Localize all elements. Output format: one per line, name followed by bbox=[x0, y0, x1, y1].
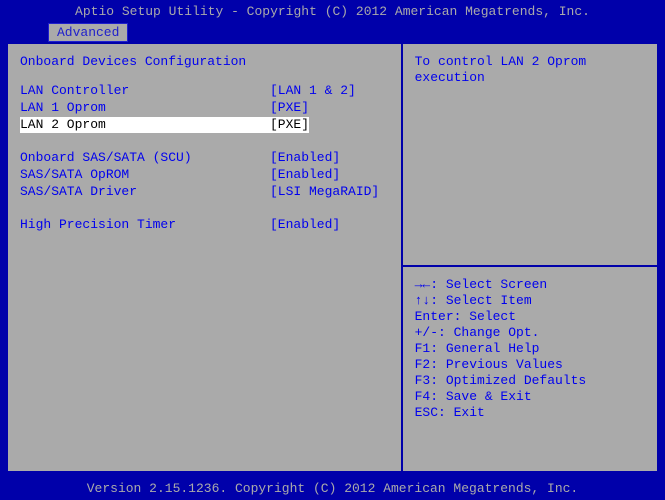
setting-value: [Enabled] bbox=[270, 217, 340, 233]
help-line: To control LAN 2 Oprom bbox=[415, 54, 587, 69]
setting-lan-controller[interactable]: LAN Controller [LAN 1 & 2] bbox=[20, 83, 389, 99]
section-title: Onboard Devices Configuration bbox=[20, 54, 389, 69]
nav-change-opt: +/-: Change Opt. bbox=[415, 325, 645, 341]
setting-sas-sata-driver[interactable]: SAS/SATA Driver [LSI MegaRAID] bbox=[20, 184, 389, 200]
setting-label: LAN Controller bbox=[20, 83, 270, 99]
bios-screen: Aptio Setup Utility - Copyright (C) 2012… bbox=[0, 0, 665, 500]
nav-optimized-defaults: F3: Optimized Defaults bbox=[415, 373, 645, 389]
nav-help: →←: Select Screen ↑↓: Select Item Enter:… bbox=[415, 277, 645, 421]
main-area: Onboard Devices Configuration LAN Contro… bbox=[6, 42, 659, 473]
setting-sas-sata-oprom[interactable]: SAS/SATA OpROM [Enabled] bbox=[20, 167, 389, 183]
setting-lan2-oprom[interactable]: LAN 2 Oprom [PXE] bbox=[20, 117, 389, 133]
tab-advanced[interactable]: Advanced bbox=[48, 23, 128, 42]
setting-lan1-oprom[interactable]: LAN 1 Oprom [PXE] bbox=[20, 100, 389, 116]
setting-hpt[interactable]: High Precision Timer [Enabled] bbox=[20, 217, 389, 233]
nav-select-screen: →←: Select Screen bbox=[415, 277, 645, 293]
nav-esc-exit: ESC: Exit bbox=[415, 405, 645, 421]
setting-label: SAS/SATA OpROM bbox=[20, 167, 270, 183]
setting-label: LAN 2 Oprom bbox=[20, 117, 270, 133]
header-title: Aptio Setup Utility - Copyright (C) 2012… bbox=[0, 0, 665, 23]
setting-value: [LAN 1 & 2] bbox=[270, 83, 356, 99]
panel-divider bbox=[403, 265, 657, 267]
help-line: execution bbox=[415, 70, 485, 85]
nav-enter: Enter: Select bbox=[415, 309, 645, 325]
help-panel: To control LAN 2 Oprom execution →←: Sel… bbox=[403, 44, 657, 471]
setting-value: [PXE] bbox=[270, 117, 309, 133]
nav-previous-values: F2: Previous Values bbox=[415, 357, 645, 373]
nav-save-exit: F4: Save & Exit bbox=[415, 389, 645, 405]
setting-value: [PXE] bbox=[270, 100, 309, 116]
setting-label: High Precision Timer bbox=[20, 217, 270, 233]
setting-sas-sata-scu[interactable]: Onboard SAS/SATA (SCU) [Enabled] bbox=[20, 150, 389, 166]
setting-label: LAN 1 Oprom bbox=[20, 100, 270, 116]
footer-text: Version 2.15.1236. Copyright (C) 2012 Am… bbox=[0, 477, 665, 500]
settings-panel: Onboard Devices Configuration LAN Contro… bbox=[8, 44, 403, 471]
help-text: To control LAN 2 Oprom execution bbox=[415, 54, 645, 86]
nav-select-item: ↑↓: Select Item bbox=[415, 293, 645, 309]
nav-general-help: F1: General Help bbox=[415, 341, 645, 357]
tab-row: Advanced bbox=[0, 23, 665, 42]
setting-value: [LSI MegaRAID] bbox=[270, 184, 379, 200]
setting-value: [Enabled] bbox=[270, 167, 340, 183]
setting-label: Onboard SAS/SATA (SCU) bbox=[20, 150, 270, 166]
setting-label: SAS/SATA Driver bbox=[20, 184, 270, 200]
setting-value: [Enabled] bbox=[270, 150, 340, 166]
